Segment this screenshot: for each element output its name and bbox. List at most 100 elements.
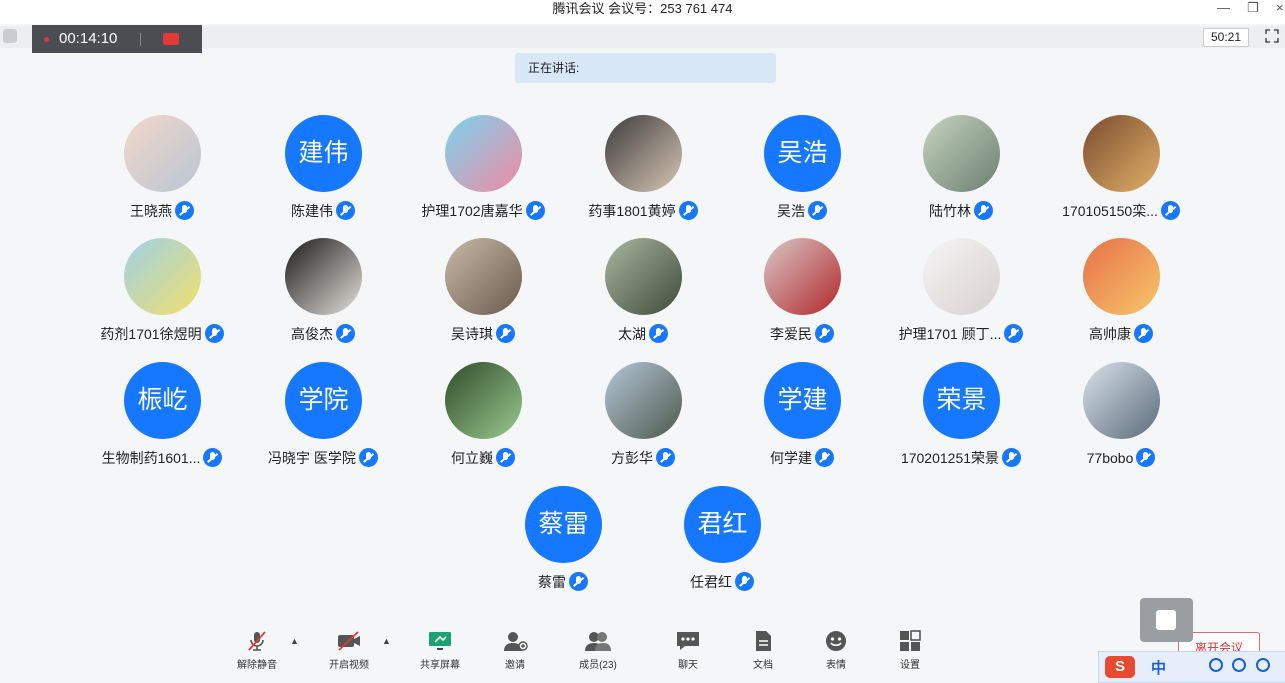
- participant-name: 蔡雷: [538, 574, 566, 590]
- participant-tile[interactable]: 蔡雷 蔡雷: [483, 486, 643, 596]
- invite-button[interactable]: 邀请: [485, 626, 545, 676]
- start-video-button[interactable]: 开启视频: [319, 626, 379, 676]
- participant-name: 药剂1701徐煜明: [100, 326, 202, 342]
- floating-widget-button[interactable]: [1140, 598, 1193, 642]
- share-screen-icon: [429, 632, 451, 650]
- avatar: [923, 115, 1000, 192]
- participant-name-line: 生物制药1601...: [82, 448, 242, 468]
- participant-tile[interactable]: 荣景 170201251荣景: [881, 362, 1041, 472]
- mic-muted-icon: [203, 448, 223, 467]
- avatar-initials: 学建: [764, 362, 841, 439]
- mic-muted-icon: [678, 201, 698, 220]
- recording-elapsed: 00:14:10: [59, 30, 118, 47]
- avatar: [605, 115, 682, 192]
- avatar: [605, 238, 682, 315]
- document-icon: [756, 631, 771, 651]
- participant-name: 王晓燕: [130, 203, 172, 219]
- participant-tile[interactable]: 桭屹 生物制药1601...: [82, 362, 242, 472]
- widget-icon: [1156, 610, 1176, 630]
- participant-tile[interactable]: 方彭华: [563, 362, 723, 472]
- emoji-icon[interactable]: [1209, 658, 1223, 672]
- participant-tile[interactable]: 何立巍: [403, 362, 563, 472]
- chat-icon: [677, 632, 699, 650]
- add-user-icon: [504, 632, 528, 651]
- participant-name-line: 吴浩: [722, 201, 882, 221]
- window-title: 腾讯会议 会议号：253 761 474: [552, 1, 733, 16]
- share-screen-label: 共享屏幕: [420, 660, 460, 671]
- participant-name-line: 任君红: [642, 572, 802, 592]
- participant-tile[interactable]: 王晓燕: [82, 115, 242, 225]
- mic-icon[interactable]: [1256, 658, 1270, 672]
- members-label: 成员(23): [579, 660, 617, 671]
- avatar-initials: 吴浩: [764, 115, 841, 192]
- participant-tile[interactable]: 药事1801黄婷: [563, 115, 723, 225]
- sogou-logo[interactable]: S: [1105, 656, 1135, 678]
- participant-tile[interactable]: 学建 何学建: [722, 362, 882, 472]
- chat-button[interactable]: 聊天: [658, 626, 718, 676]
- participant-tile[interactable]: 药剂1701徐煜明: [82, 238, 242, 348]
- settings-label: 设置: [900, 660, 920, 671]
- participant-name-line: 170201251荣景: [881, 448, 1041, 468]
- share-screen-button[interactable]: 共享屏幕: [410, 626, 470, 676]
- mic-muted-icon: [569, 572, 588, 591]
- participant-tile[interactable]: 陆竹林: [881, 115, 1041, 225]
- close-icon[interactable]: ×: [1276, 0, 1284, 16]
- participant-name-line: 药剂1701徐煜明: [82, 324, 242, 344]
- participant-tile[interactable]: 170105150栾...: [1041, 115, 1201, 225]
- settings-button[interactable]: 设置: [880, 626, 940, 676]
- avatar-initials: 君红: [684, 486, 761, 563]
- avatar: [445, 238, 522, 315]
- unmute-button[interactable]: 解除静音: [227, 626, 287, 676]
- fullscreen-icon[interactable]: [1265, 29, 1279, 43]
- stop-recording-button[interactable]: [163, 33, 179, 45]
- mic-muted-icon: [735, 572, 754, 591]
- avatar-initials: 蔡雷: [525, 486, 602, 563]
- ime-mode-toggle[interactable]: 中: [1151, 657, 1166, 678]
- participant-tile[interactable]: 太湖: [563, 238, 723, 348]
- meeting-timer: 50:21: [1203, 28, 1249, 47]
- avatar-initials: 学院: [285, 362, 362, 439]
- participant-name: 高俊杰: [291, 326, 333, 342]
- participant-name-line: 何立巍: [403, 448, 563, 468]
- participant-tile[interactable]: 护理1701 顾丁...: [881, 238, 1041, 348]
- participant-tile[interactable]: 护理1702唐嘉华: [403, 115, 563, 225]
- docs-button[interactable]: 文档: [733, 626, 793, 676]
- participant-tile[interactable]: 77bobo: [1041, 362, 1201, 472]
- avatar: [124, 238, 201, 315]
- participant-tile[interactable]: 吴浩 吴浩: [722, 115, 882, 225]
- participant-tile[interactable]: 吴诗琪: [403, 238, 563, 348]
- members-button[interactable]: 成员(23): [568, 626, 628, 676]
- participant-tile[interactable]: 高帅康: [1041, 238, 1201, 348]
- mic-muted-icon: [1160, 201, 1180, 220]
- mic-muted-icon: [815, 324, 834, 343]
- video-options-caret-icon[interactable]: ▲: [382, 636, 391, 646]
- shield-icon[interactable]: [3, 29, 17, 43]
- audio-options-caret-icon[interactable]: ▲: [290, 636, 299, 646]
- mic-muted-icon: [649, 324, 668, 343]
- reactions-button[interactable]: 表情: [806, 626, 866, 676]
- participant-name-line: 冯晓宇 医学院: [243, 448, 403, 468]
- participant-name: 药事1801黄婷: [588, 203, 676, 219]
- avatar: [1083, 362, 1160, 439]
- participant-tile[interactable]: 高俊杰: [243, 238, 403, 348]
- participant-tile[interactable]: 君红任君红: [642, 486, 802, 596]
- unmute-label: 解除静音: [237, 660, 277, 671]
- participant-tile[interactable]: 建伟 陈建伟: [243, 115, 403, 225]
- participant-tile[interactable]: 学院 冯晓宇 医学院: [243, 362, 403, 472]
- invite-label: 邀请: [505, 660, 525, 671]
- avatar: [445, 362, 522, 439]
- mic-muted-icon: [1134, 324, 1153, 343]
- minimize-icon[interactable]: —: [1217, 0, 1230, 16]
- participant-name-line: 77bobo: [1041, 448, 1201, 467]
- avatar: [764, 238, 841, 315]
- speaking-label: 正在讲话:: [528, 61, 580, 75]
- avatar: [445, 115, 522, 192]
- ime-toolbar: S 中: [1098, 651, 1285, 683]
- participant-tile[interactable]: 李爱民: [722, 238, 882, 348]
- participant-name-line: 王晓燕: [82, 201, 242, 221]
- restore-icon[interactable]: ❐: [1247, 0, 1259, 16]
- participant-name: 任君红: [690, 574, 732, 590]
- participant-name: 护理1701 顾丁...: [898, 326, 1002, 342]
- pen-icon[interactable]: [1232, 658, 1246, 672]
- participant-name-line: 太湖: [563, 324, 723, 344]
